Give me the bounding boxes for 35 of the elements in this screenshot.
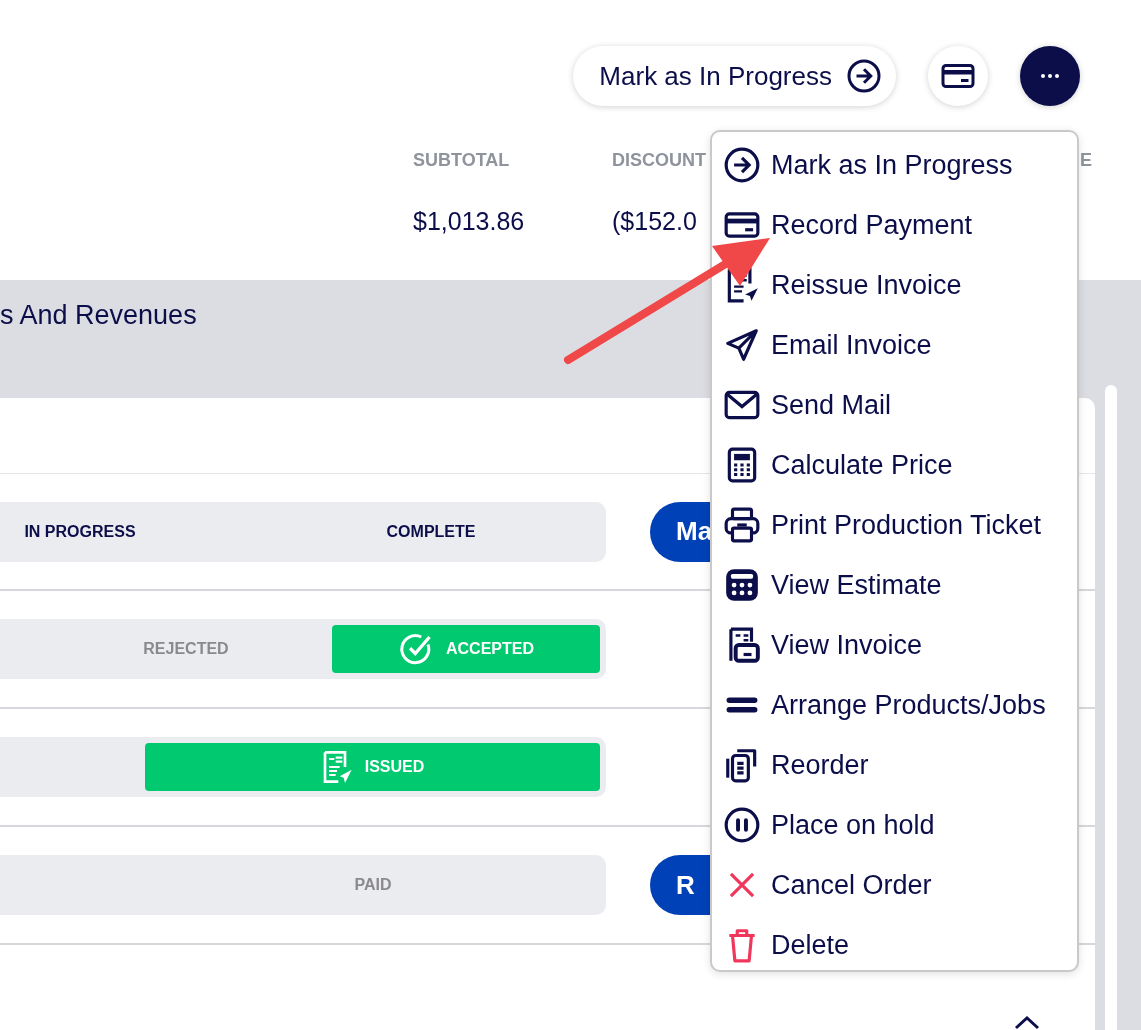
menu-item[interactable]: Record Payment [723,195,1077,255]
column-label: SUBTOTAL [413,150,510,171]
status-segment[interactable]: COMPLETE [256,501,606,562]
amount-value: $1,013.86 [413,207,525,236]
calculator-icon [723,566,761,604]
mark-in-progress-button[interactable]: Mark as In Progress [573,46,896,106]
menu-item[interactable]: Reorder [723,735,1077,795]
more-options-button[interactable] [1020,46,1080,106]
menu-item[interactable]: Mark as In Progress [723,135,1077,195]
paper-plane-icon [723,326,761,364]
menu-item[interactable]: Calculate Price [723,435,1077,495]
arrow-circle-icon [723,146,761,184]
arrow-circle-icon [846,58,882,94]
menu-item[interactable]: View Estimate [723,555,1077,615]
menu-item[interactable]: Email Invoice [723,315,1077,375]
menu-item[interactable]: Place on hold [723,795,1077,855]
action-button[interactable]: Ma [650,501,712,562]
amount-value: ($152.0 [612,207,697,236]
action-button[interactable]: R [650,855,712,915]
pause-icon [723,806,761,844]
column-label: E [1080,150,1092,171]
menu-item[interactable]: View Invoice [723,615,1077,675]
chevron-up-icon [1014,1016,1040,1030]
menu-item[interactable]: Arrange Products/Jobs [723,675,1077,735]
scrollbar-thumb[interactable] [1105,385,1117,1030]
printer-icon [723,506,761,544]
more-icon [1040,73,1060,79]
record-payment-button[interactable] [928,46,988,106]
section-title: s And Revenues [0,300,198,331]
status-segment[interactable]: IN PROGRESS [0,501,160,562]
column-label: DISCOUNT [612,150,706,171]
menu-item[interactable]: Delete [723,915,1077,975]
menu-item[interactable]: Cancel Order [723,855,1077,915]
menu-item[interactable]: Send Mail [723,375,1077,435]
menu-item[interactable]: Print Production Ticket [723,495,1077,555]
